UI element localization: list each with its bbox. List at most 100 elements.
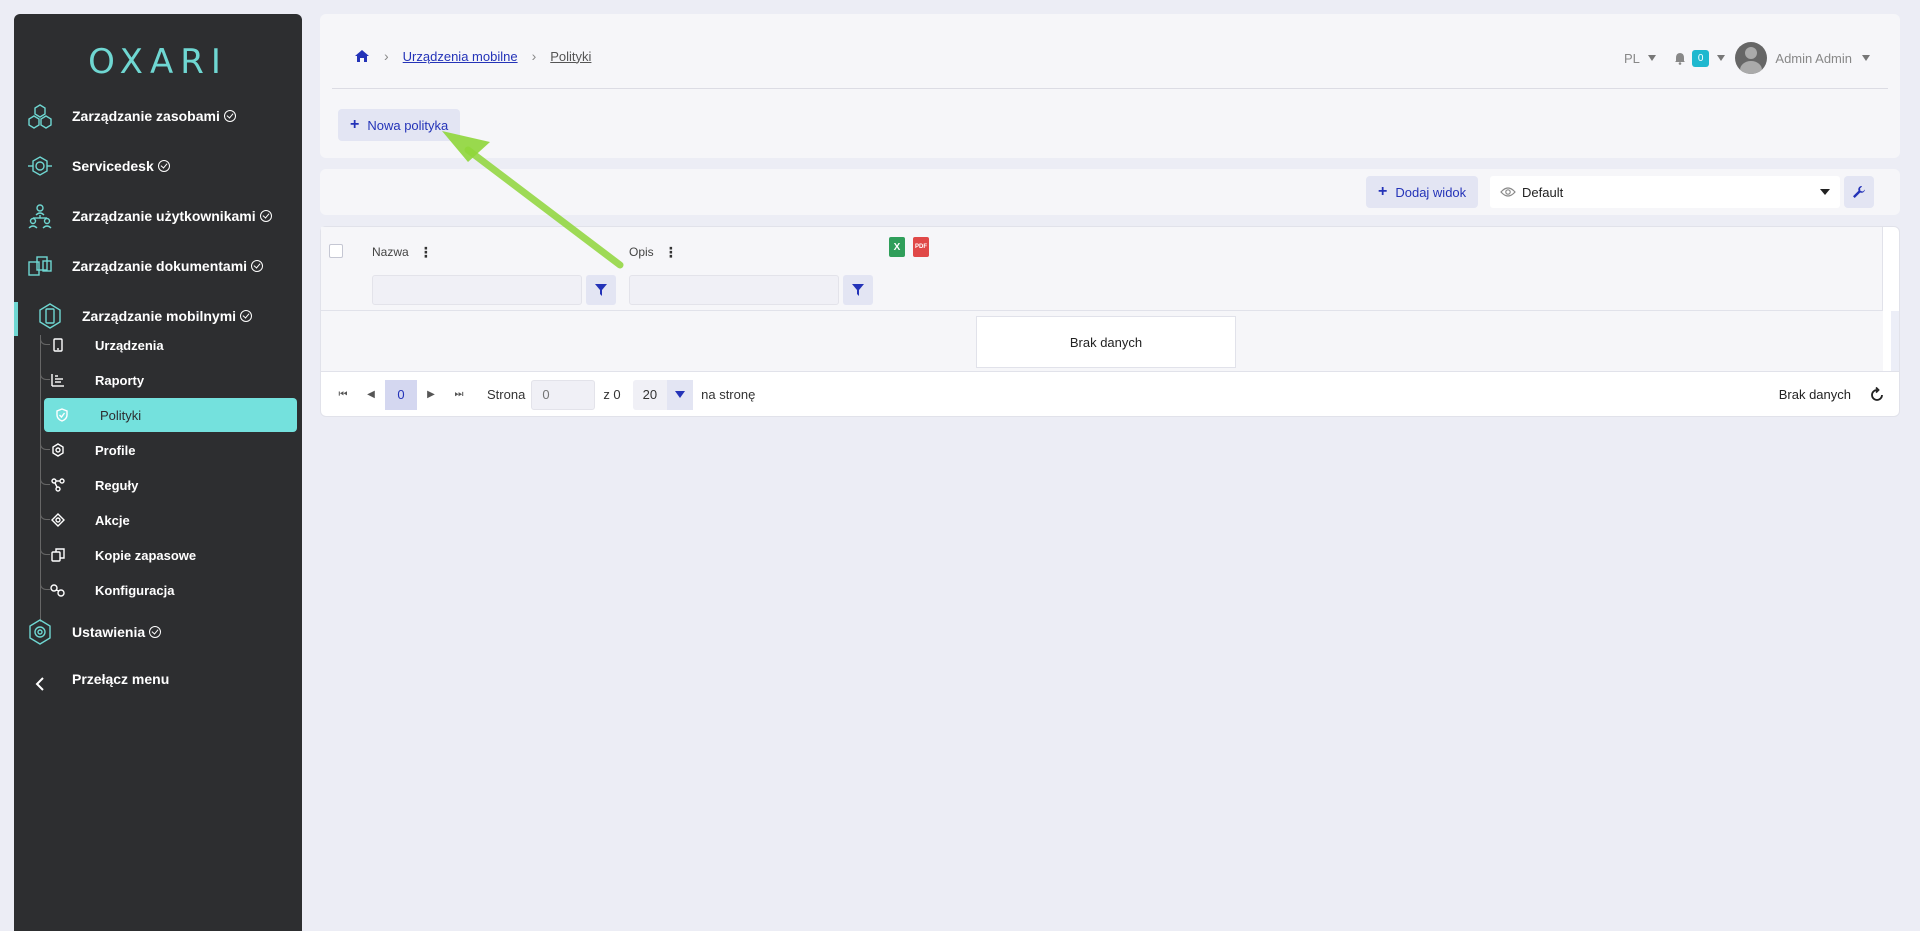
description-filter-input[interactable] — [629, 275, 839, 305]
user-menu[interactable]: Admin Admin — [1725, 42, 1870, 74]
bell-icon — [1674, 52, 1685, 65]
breadcrumb-link-mobile-devices[interactable]: Urządzenia mobilne — [403, 49, 518, 64]
nav-item-asset-management[interactable]: Zarządzanie zasobami — [14, 96, 302, 136]
nav-item-document-management[interactable]: Zarządzanie dokumentami — [14, 246, 302, 286]
first-page-icon[interactable]: ⏮ — [329, 380, 357, 410]
verified-icon — [157, 160, 170, 172]
verified-icon — [149, 626, 162, 638]
sidebar-item-configuration[interactable]: Konfiguracja — [14, 574, 302, 606]
documents-icon — [26, 252, 54, 280]
nav-item-label: Zarządzanie dokumentami — [72, 258, 248, 274]
chevron-down-icon — [1862, 55, 1870, 61]
scrollbar[interactable] — [1891, 311, 1899, 371]
home-icon[interactable] — [354, 49, 370, 63]
flow-icon — [50, 477, 66, 493]
page-of-label: z 0 — [603, 387, 621, 402]
excel-export-icon[interactable]: X — [889, 237, 905, 257]
sidebar-item-devices[interactable]: Urządzenia — [14, 329, 302, 361]
page-size-select[interactable]: 20 — [632, 379, 694, 410]
name-filter-button[interactable] — [586, 275, 616, 305]
view-select-value: Default — [1522, 184, 1564, 200]
refresh-icon[interactable] — [1867, 385, 1887, 405]
breadcrumb-current[interactable]: Polityki — [550, 49, 591, 64]
page-label: Strona — [487, 387, 526, 402]
sidebar-item-profiles[interactable]: Profile — [14, 434, 302, 466]
grid-header: Nazwa ⋮ Opis ⋮ X PDF — [321, 227, 1883, 311]
select-all-checkbox[interactable] — [329, 244, 343, 258]
phone-icon — [50, 337, 66, 353]
next-page-icon[interactable]: ▶ — [417, 380, 445, 410]
description-filter-button[interactable] — [843, 275, 873, 305]
sidebar-item-label: Profile — [95, 442, 136, 458]
chevron-down-icon — [1820, 189, 1830, 195]
plus-icon: + — [350, 116, 360, 133]
view-select[interactable]: Default — [1490, 176, 1840, 208]
nav-item-label: Ustawienia — [72, 624, 146, 640]
language-selector[interactable]: PL — [1624, 51, 1656, 66]
sidebar-item-label: Raporty — [95, 372, 145, 388]
pdf-export-icon[interactable]: PDF — [913, 237, 929, 257]
add-view-button[interactable]: + Dodaj widok — [1366, 176, 1479, 208]
verified-icon — [223, 110, 236, 122]
sidebar-item-label: Urządzenia — [95, 337, 164, 353]
filter-icon — [852, 284, 864, 296]
sidebar-item-actions[interactable]: Akcje — [14, 504, 302, 536]
header-card: › Urządzenia mobilne › Polityki PL 0 Adm… — [320, 14, 1900, 158]
nav-item-label: Zarządzanie zasobami — [72, 108, 220, 124]
view-toolbar: + Dodaj widok Default — [320, 169, 1900, 215]
chevron-down-icon — [667, 379, 694, 410]
new-policy-label: Nowa polityka — [367, 117, 449, 133]
sidebar-item-reports[interactable]: Raporty — [14, 364, 302, 396]
nav-item-settings[interactable]: Ustawienia — [14, 612, 302, 652]
asset-management-icon — [26, 102, 54, 130]
divider — [332, 88, 1888, 89]
wrench-icon — [1853, 186, 1865, 198]
pager: ⏮ ◀ 0 ▶ ⏭ Strona z 0 20 na stronę Brak d… — [321, 371, 1899, 417]
nav-item-label: Zarządzanie mobilnymi — [82, 308, 237, 324]
settings-icon — [26, 618, 54, 646]
nav-item-label: Servicedesk — [72, 158, 154, 174]
column-label: Opis — [629, 245, 654, 259]
name-filter-input[interactable] — [372, 275, 582, 305]
no-data-message: Brak danych — [976, 316, 1236, 368]
add-view-label: Dodaj widok — [1395, 184, 1467, 200]
sidebar-item-label: Reguły — [95, 477, 139, 493]
toggle-menu-button[interactable]: Przełącz menu — [14, 664, 302, 704]
logo: OXARI — [88, 42, 228, 82]
nav-item-servicedesk[interactable]: Servicedesk — [14, 146, 302, 186]
sidebar-item-rules[interactable]: Reguły — [14, 469, 302, 501]
nav-item-user-management[interactable]: Zarządzanie użytkownikami — [14, 196, 302, 236]
plus-icon: + — [1378, 183, 1388, 200]
mobile-hexagon-icon — [36, 302, 64, 330]
column-menu-icon[interactable]: ⋮ — [419, 245, 433, 259]
page-size-value: 20 — [642, 387, 658, 402]
last-page-icon[interactable]: ⏭ — [445, 380, 473, 410]
filter-icon — [595, 284, 607, 296]
top-right-controls: PL 0 Admin Admin — [1624, 42, 1870, 74]
chevron-left-icon — [26, 670, 54, 698]
toggle-menu-label: Przełącz menu — [72, 671, 170, 687]
sidebar-item-label: Kopie zapasowe — [95, 547, 197, 563]
grid-body: Brak danych — [321, 311, 1883, 371]
prev-page-icon[interactable]: ◀ — [357, 380, 385, 410]
per-page-label: na stronę — [701, 387, 756, 402]
notifications-button[interactable]: 0 — [1674, 49, 1726, 67]
verified-icon — [251, 260, 264, 272]
chevron-down-icon — [1717, 55, 1726, 61]
current-page-button[interactable]: 0 — [385, 379, 417, 410]
sidebar-item-policies[interactable]: Polityki — [44, 398, 297, 432]
chevron-down-icon — [1647, 55, 1656, 61]
column-menu-icon[interactable]: ⋮ — [664, 245, 678, 259]
page-number-input[interactable] — [531, 379, 596, 410]
new-policy-button[interactable]: + Nowa polityka — [338, 109, 461, 141]
sidebar-item-backups[interactable]: Kopie zapasowe — [14, 539, 302, 571]
verified-icon — [259, 210, 272, 222]
column-header-description[interactable]: Opis ⋮ — [629, 245, 678, 259]
chevron-right-icon: › — [384, 48, 389, 64]
column-header-name[interactable]: Nazwa ⋮ — [372, 245, 433, 259]
sidebar-item-label: Polityki — [100, 407, 142, 423]
users-hierarchy-icon — [26, 202, 54, 230]
settings-cogs-icon — [50, 582, 66, 598]
wrench-button[interactable] — [1844, 176, 1874, 208]
column-label: Nazwa — [372, 245, 409, 259]
